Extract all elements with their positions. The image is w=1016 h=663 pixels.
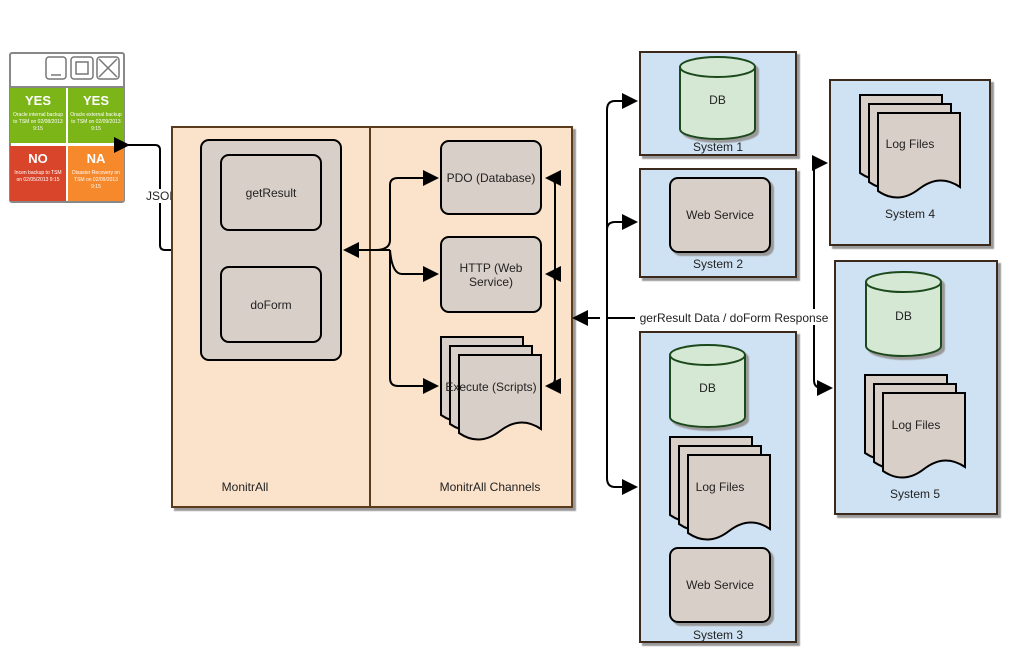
web-service-label: Web Service bbox=[686, 208, 754, 222]
log-files-label: Log Files bbox=[892, 418, 941, 432]
tile-text: 9:15 bbox=[91, 184, 101, 190]
pdo-label: PDO (Database) bbox=[447, 171, 536, 185]
system-2-label: System 2 bbox=[693, 257, 743, 271]
system-1-label: System 1 bbox=[693, 140, 743, 154]
tile-text: Disaster Recovery on bbox=[72, 170, 120, 176]
system-5-label: System 5 bbox=[890, 487, 940, 501]
tile-status: NA bbox=[87, 151, 106, 166]
tile-text: Incen backup to TSM bbox=[14, 170, 61, 176]
tile-text: to TSM on 02/09/2013 bbox=[71, 119, 121, 125]
db-label: DB bbox=[709, 93, 726, 107]
log-files-label: Log Files bbox=[696, 480, 745, 494]
http-label-line2: Service) bbox=[469, 275, 513, 289]
bus-label: gerResult Data / doForm Response bbox=[640, 311, 829, 325]
status-widget: YES Oracle internal backupto TSM on 02/08… bbox=[9, 52, 125, 203]
log-files-label: Log Files bbox=[886, 137, 935, 151]
tile-text: 9:15 bbox=[33, 126, 43, 132]
tile-text: Oracle internal backup bbox=[13, 112, 63, 118]
tile-text: Oracle external backup bbox=[70, 112, 122, 118]
status-tile[interactable]: NA Disaster Recovery onTSM on 02/09/20139… bbox=[68, 146, 124, 201]
channels-label: MonitrAll Channels bbox=[440, 480, 541, 494]
status-tile[interactable]: YES Oracle internal backupto TSM on 02/08… bbox=[10, 88, 66, 143]
get-result-label: getResult bbox=[246, 186, 297, 200]
system-4-label: System 4 bbox=[885, 207, 935, 221]
tile-text: TSM on 02/09/2013 bbox=[74, 177, 118, 183]
status-tile[interactable]: YES Oracle external backupto TSM on 02/09… bbox=[68, 88, 124, 143]
system-3-label: System 3 bbox=[693, 628, 743, 642]
tile-text: 9:15 bbox=[91, 126, 101, 132]
monitrall-label: MonitrAll bbox=[222, 480, 269, 494]
web-service-label: Web Service bbox=[686, 578, 754, 592]
architecture-diagram: YES Oracle internal backupto TSM on 02/08… bbox=[9, 51, 998, 643]
http-label-line1: HTTP (Web bbox=[460, 261, 523, 275]
tile-text: on 02/05/2013 9:15 bbox=[16, 177, 59, 183]
db-label: DB bbox=[699, 381, 716, 395]
tile-status: NO bbox=[28, 151, 48, 166]
execute-label: Execute (Scripts) bbox=[445, 380, 536, 394]
do-form-label: doForm bbox=[250, 298, 291, 312]
tile-status: YES bbox=[25, 93, 51, 108]
db-label: DB bbox=[895, 309, 912, 323]
tile-status: YES bbox=[83, 93, 109, 108]
tile-text: to TSM on 02/08/2013 bbox=[13, 119, 63, 125]
status-tile[interactable]: NO Incen backup to TSMon 02/05/2013 9:15 bbox=[10, 146, 66, 201]
